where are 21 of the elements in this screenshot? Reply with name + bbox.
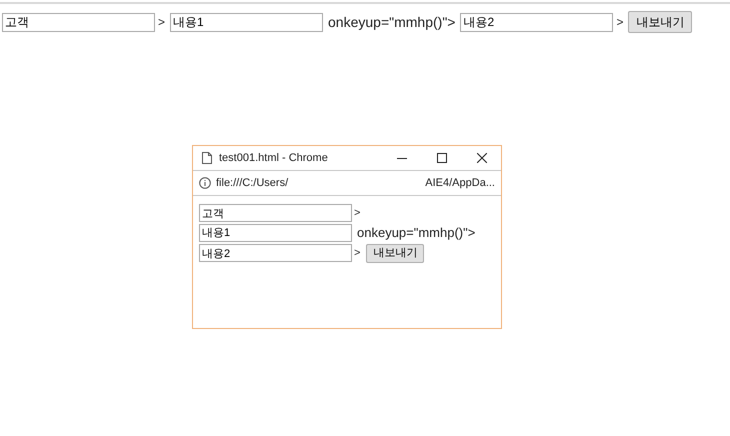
input-field[interactable]: 내용1 — [170, 12, 324, 32]
input-field[interactable]: 내용2 — [460, 12, 614, 32]
input-field[interactable]: 내용1 — [199, 224, 352, 242]
input-field[interactable]: 내용2 — [199, 244, 352, 262]
separator-text: > — [616, 14, 624, 31]
maximize-icon[interactable] — [437, 153, 447, 163]
document-icon — [202, 152, 212, 164]
input-field[interactable]: 고객 — [199, 204, 352, 222]
info-icon[interactable] — [199, 177, 211, 189]
export-button[interactable]: 내보내기 — [628, 11, 692, 33]
separator-text: > — [354, 206, 360, 221]
input-field[interactable]: 고객 — [2, 12, 155, 32]
close-icon[interactable] — [477, 153, 487, 163]
attribute-text: onkeyup="mmhp()"> — [328, 12, 456, 32]
address-text: file:///C:/Users/ — [216, 176, 288, 191]
export-button[interactable]: 내보내기 — [366, 244, 424, 262]
attribute-text: onkeyup="mmhp()"> — [357, 224, 476, 242]
separator-text: > — [158, 14, 166, 31]
window-title: test001.html - Chrome — [219, 150, 328, 166]
address-text: AIE4/AppDa... — [425, 176, 495, 191]
separator-text: > — [354, 246, 360, 261]
